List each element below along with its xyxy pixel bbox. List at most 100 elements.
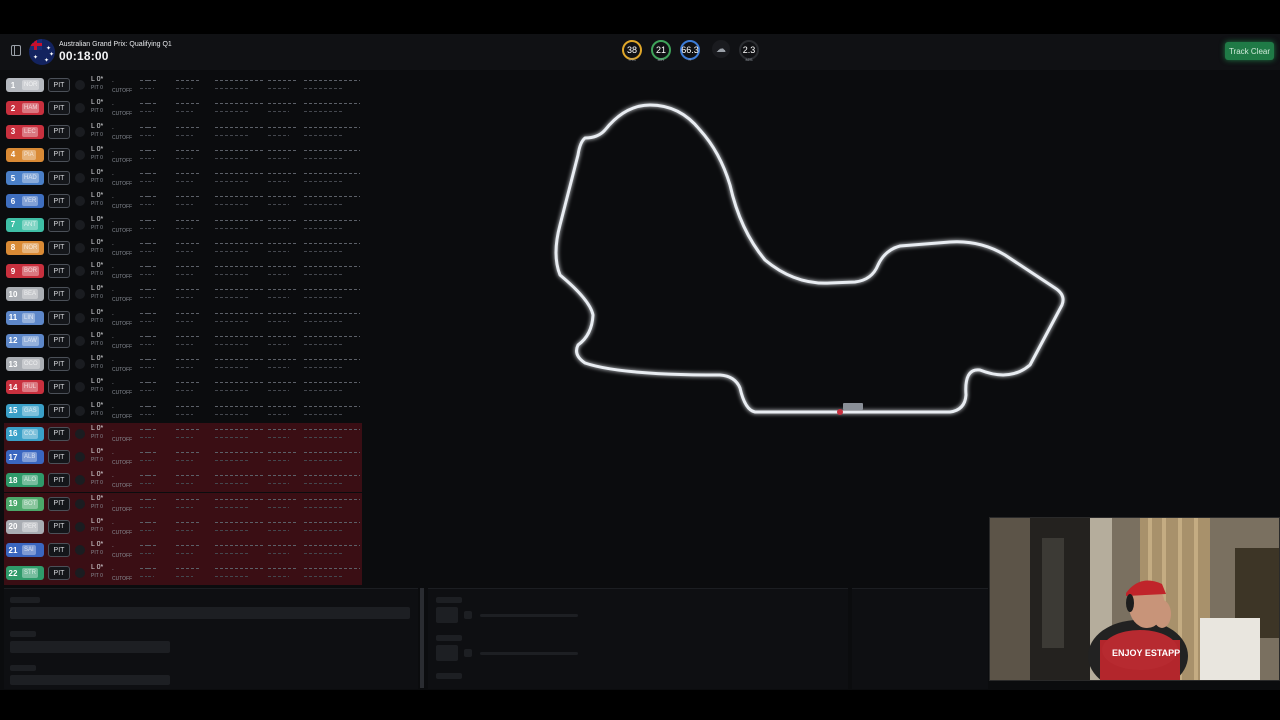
pit-button[interactable]: PIT [48,310,70,325]
pit-button[interactable]: PIT [48,124,70,139]
timing-row[interactable]: 7 ANT PIT L 0* PIT 0 - CUTOFF [4,214,362,237]
race-control-panel [4,588,418,689]
timing-row[interactable]: 5 HAD PIT L 0* PIT 0 - CUTOFF [4,167,362,190]
pit-button[interactable]: PIT [48,403,70,418]
pit-button[interactable]: PIT [48,566,70,581]
timing-row[interactable]: 19 BOT PIT L 0* PIT 0 - CUTOFF [4,492,362,516]
timing-row[interactable]: 16 COL PIT L 0* PIT 0 - CUTOFF [4,422,362,446]
position-badge: 14 HUL [6,380,44,395]
pit-button[interactable]: PIT [48,450,70,464]
cutoff-label: CUTOFF [112,181,133,187]
position-badge: 15 GAS [6,403,44,418]
pit-button[interactable]: PIT [48,147,70,162]
tyre-compound-icon [75,452,85,462]
gap-cell: - CUTOFF [112,543,132,561]
timing-placeholder [148,250,154,252]
timing-row[interactable]: 18 ALO PIT L 0* PIT 0 - CUTOFF [4,469,362,493]
pit-button[interactable]: PIT [48,287,70,302]
pit-button[interactable]: PIT [48,333,70,348]
pit-button[interactable]: PIT [48,543,70,557]
svg-text:ENJOY ESTAPP: ENJOY ESTAPP [1112,648,1180,658]
cutoff-label: CUTOFF [112,343,133,350]
timing-placeholder [148,227,154,229]
gap-cell: - CUTOFF [112,241,132,259]
pit-count: PIT 0 [91,224,103,231]
timing-placeholder [176,88,193,89]
timing-row[interactable]: 12 LAW PIT L 0* PIT 0 - CUTOFF [4,330,362,353]
timing-placeholder [268,266,298,267]
video-letterbox-top [0,0,1280,34]
driver-code: BOR [22,266,40,276]
timing-placeholder [148,521,156,523]
timing-row[interactable]: 8 NOR PIT L 0* PIT 0 - CUTOFF [4,237,362,260]
timing-placeholder [304,436,343,438]
timing-row[interactable]: 21 SAI PIT L 0* PIT 0 - CUTOFF [4,539,362,562]
pit-button[interactable]: PIT [48,426,70,441]
timing-placeholder [268,196,298,198]
timing-row[interactable]: 1 NOR PIT L 0* PIT 0 - CUTOFF [4,74,362,97]
pit-button[interactable]: PIT [48,264,70,278]
timing-placeholder [148,196,156,198]
pit-button[interactable]: PIT [48,78,70,92]
timing-placeholder [140,134,147,136]
gap-cell: - CUTOFF [112,566,132,584]
gap-value: - [112,567,114,574]
driver-code: GAS [22,405,39,416]
pit-button[interactable]: PIT [48,217,70,232]
pit-button[interactable]: PIT [48,101,70,116]
timing-placeholder [176,545,200,546]
timing-placeholder [304,320,343,322]
pit-button[interactable]: PIT [48,473,70,488]
pit-button[interactable]: PIT [48,171,70,185]
timing-row[interactable]: 6 VER PIT L 0* PIT 0 - CUTOFF [4,190,362,213]
timing-placeholder [148,367,154,368]
lap-cell: L 0* PIT 0 [91,448,103,464]
timing-placeholder [148,382,156,384]
timing-placeholder [140,157,147,159]
pit-button[interactable]: PIT [48,357,70,371]
timing-row[interactable]: 14 HUL PIT L 0* PIT 0 - CUTOFF [4,376,362,399]
timing-row[interactable]: 20 PER PIT L 0* PIT 0 - CUTOFF [4,515,362,539]
timing-row[interactable]: 4 PIA PIT L 0* PIT 0 - CUTOFF [4,144,362,167]
pit-count: PIT 0 [91,317,103,324]
timing-placeholder [215,157,250,159]
pit-button[interactable]: PIT [48,240,70,255]
pit-count: PIT 0 [91,108,103,115]
timing-row[interactable]: 22 STR PIT L 0* PIT 0 - CUTOFF [4,562,362,586]
timing-row[interactable]: 15 GAS PIT L 0* PIT 0 - CUTOFF [4,400,362,423]
timing-placeholder [304,173,360,174]
sidebar-toggle-icon[interactable] [11,45,21,56]
cloud-icon: ☁ [712,40,730,58]
pit-button[interactable]: PIT [48,496,70,511]
timing-placeholder [215,428,265,430]
timing-row[interactable]: 17 ALB PIT L 0* PIT 0 - CUTOFF [4,446,362,469]
timing-row[interactable]: 10 BEA PIT L 0* PIT 0 - CUTOFF [4,283,362,306]
pit-count: PIT 0 [91,573,103,580]
timing-row[interactable]: 2 HAM PIT L 0* PIT 0 - CUTOFF [4,97,362,120]
cutoff-label: CUTOFF [112,483,133,490]
gap-cell: - CUTOFF [112,404,132,422]
gap-value: - [112,427,114,434]
timing-placeholder [176,452,200,453]
pit-button[interactable]: PIT [48,380,70,395]
timing-placeholder [148,436,154,438]
lap-cell: L 0* PIT 0 [91,355,103,371]
timing-row[interactable]: 11 LIN PIT L 0* PIT 0 - CUTOFF [4,307,362,330]
pit-button[interactable]: PIT [48,194,70,209]
timing-placeholder [215,149,265,151]
timing-placeholder [268,134,289,136]
panel-resize-handle[interactable] [420,588,424,688]
timing-row[interactable]: 9 BOR PIT L 0* PIT 0 - CUTOFF [4,260,362,283]
timing-row[interactable]: 13 OCO PIT L 0* PIT 0 - CUTOFF [4,353,362,376]
lap-count: L 0* [91,308,104,316]
timing-placeholder [148,390,154,392]
lap-cell: L 0* PIT 0 [91,332,103,348]
pit-button[interactable]: PIT [48,519,70,534]
timing-placeholder [176,568,200,570]
lap-cell: L 0* PIT 0 [91,169,103,185]
gap-cell: - CUTOFF [112,497,132,515]
timing-placeholder [140,553,147,554]
timing-row[interactable]: 3 LEC PIT L 0* PIT 0 - CUTOFF [4,121,362,144]
cutoff-label: CUTOFF [112,436,133,443]
gap-value: - [112,125,114,132]
